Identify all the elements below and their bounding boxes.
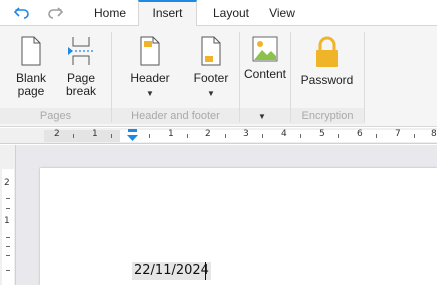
page-break-icon (68, 37, 95, 65)
ruler-tick (73, 134, 74, 138)
tab-home[interactable]: Home (86, 0, 134, 26)
ruler-tick (6, 198, 10, 199)
ruler-tick (6, 208, 10, 209)
blank-page-button[interactable]: Blank page (12, 36, 50, 98)
tab-insert[interactable]: Insert (138, 0, 197, 27)
ruler-tick (187, 134, 188, 138)
group-label-header-footer: Header and footer (131, 110, 220, 122)
ruler-tick (149, 134, 150, 138)
content-dropdown-chevron-icon[interactable]: ▼ (258, 112, 266, 121)
document-page[interactable] (40, 168, 437, 285)
ruler-tick (300, 134, 301, 138)
redo-icon[interactable] (46, 4, 64, 22)
date-field[interactable]: 22/11/2024 (132, 262, 211, 280)
ruler-number: 1 (4, 216, 10, 226)
content-button[interactable]: Content (242, 36, 288, 81)
ruler-number: 3 (243, 129, 249, 139)
ruler-number: 5 (319, 129, 325, 139)
ruler-number: 1 (168, 129, 174, 139)
ruler-number: 6 (357, 129, 363, 139)
horizontal-ruler[interactable]: 2 1 1 2 3 4 5 6 7 8 (0, 128, 437, 144)
group-label-encryption: Encryption (301, 110, 354, 122)
vertical-ruler[interactable]: 2 1 (0, 145, 16, 285)
ruler-tick (6, 255, 10, 256)
header-label: Header (130, 71, 170, 85)
password-label: Password (300, 73, 354, 87)
blank-page-icon (21, 36, 41, 66)
group-separator (239, 32, 240, 122)
ribbon-tab-bar: Home Insert Layout View (0, 0, 437, 27)
header-button[interactable]: Header ▼ (128, 36, 172, 100)
ruler-tick (376, 134, 377, 138)
ruler-number: 4 (281, 129, 287, 139)
ruler-number: 2 (205, 129, 211, 139)
text-cursor (205, 262, 206, 280)
word-processor-window: Home Insert Layout View Blank page Page … (0, 0, 437, 285)
ruler-tick (6, 237, 10, 238)
ruler-tick (6, 270, 10, 271)
page-break-label-2: break (65, 84, 97, 98)
ruler-tick (111, 134, 112, 138)
insert-ribbon: Blank page Page break Header ▼ Footer ▼ … (0, 26, 437, 127)
ruler-tick (262, 134, 263, 138)
ruler-number: 2 (4, 178, 10, 188)
group-separator (364, 32, 365, 122)
chevron-down-icon: ▼ (146, 89, 154, 98)
content-label: Content (243, 67, 287, 81)
ruler-tick (338, 134, 339, 138)
footer-icon (201, 36, 221, 66)
ruler-tick (225, 134, 226, 138)
blank-page-label-2: page (17, 84, 45, 98)
group-separator (111, 32, 112, 122)
ruler-tick (6, 246, 10, 247)
group-separator (290, 32, 291, 122)
ruler-number: 7 (395, 129, 401, 139)
undo-icon[interactable] (13, 4, 31, 22)
lock-icon (316, 36, 338, 67)
image-content-icon (252, 36, 278, 62)
ruler-number: 8 (431, 129, 437, 139)
tab-layout[interactable]: Layout (206, 0, 256, 26)
password-button[interactable]: Password (300, 36, 354, 87)
group-label-pages: Pages (39, 110, 72, 122)
indent-marker-icon[interactable] (127, 129, 138, 141)
ruler-number: 1 (92, 129, 98, 139)
page-break-button[interactable]: Page break (62, 36, 100, 98)
footer-label: Footer (193, 71, 229, 85)
footer-button[interactable]: Footer ▼ (190, 36, 232, 100)
ruler-tick (414, 134, 415, 138)
tab-view[interactable]: View (263, 0, 301, 26)
chevron-down-icon: ▼ (207, 89, 215, 98)
header-icon (140, 36, 160, 66)
ruler-number: 2 (54, 129, 60, 139)
